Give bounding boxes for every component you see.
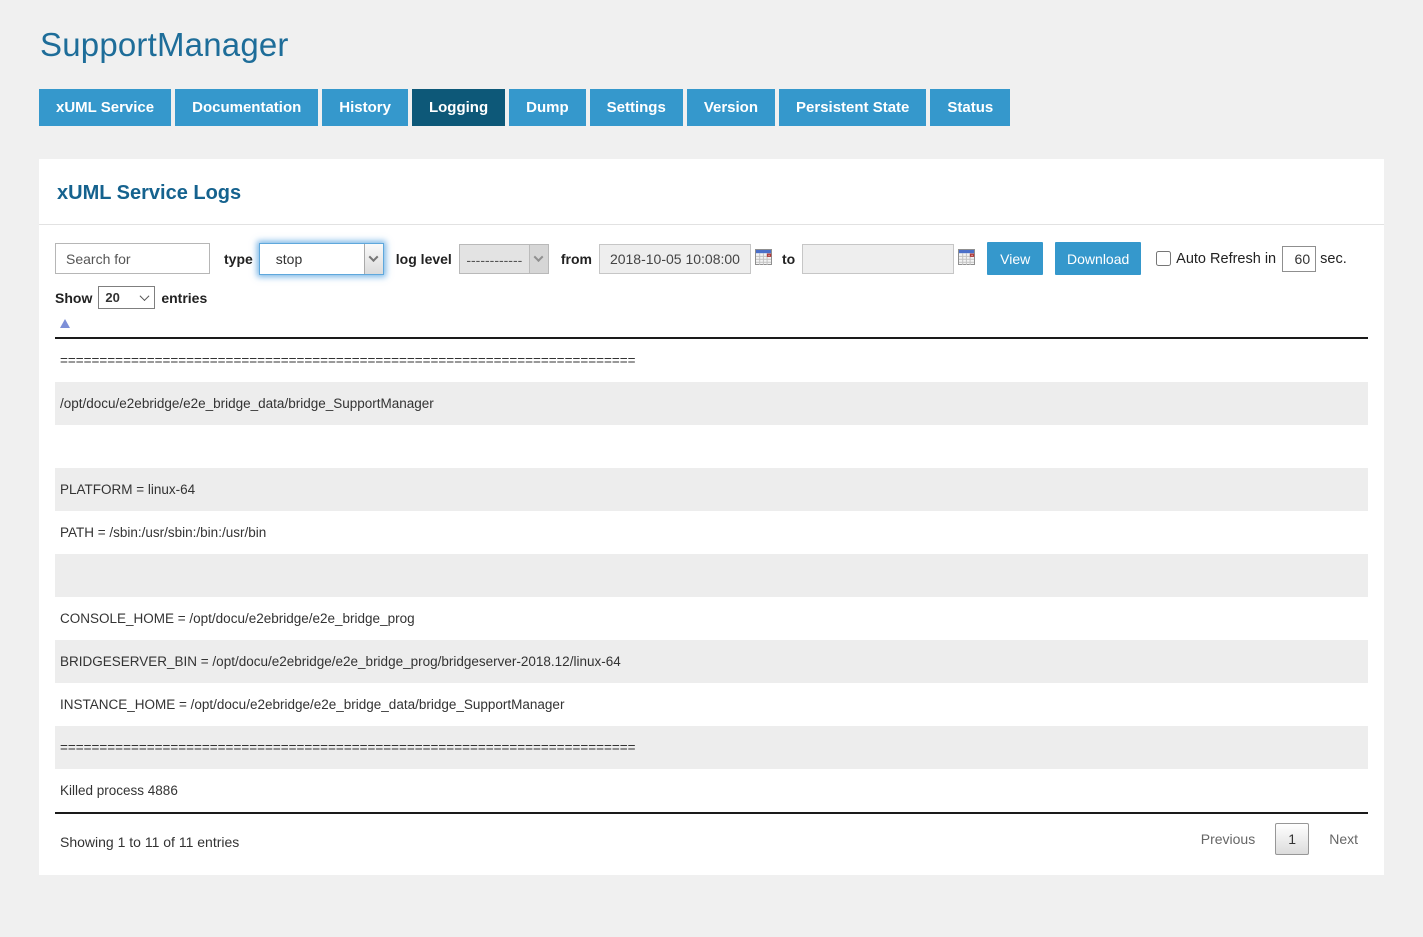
to-label: to <box>782 251 795 267</box>
from-label: from <box>561 251 592 267</box>
download-button[interactable]: Download <box>1055 242 1141 275</box>
calendar-icon <box>755 249 772 268</box>
log-level-select[interactable]: ------------ <box>459 244 549 274</box>
table-row: ========================================… <box>55 339 1368 382</box>
entries-label: entries <box>161 290 207 306</box>
type-select[interactable]: stop <box>259 243 384 275</box>
pagination: Previous 1 Next <box>1191 823 1368 855</box>
sort-header[interactable] <box>55 309 1368 339</box>
page-title: SupportManager <box>40 26 1423 64</box>
chevron-down-icon <box>529 245 548 273</box>
current-page-button[interactable]: 1 <box>1275 823 1309 855</box>
table-row: ========================================… <box>55 726 1368 769</box>
sort-ascending-icon <box>60 319 70 328</box>
tab-dump[interactable]: Dump <box>509 89 586 126</box>
auto-refresh-unit: sec. <box>1320 251 1347 267</box>
entries-select-value: 20 <box>99 287 135 308</box>
log-rows: ========================================… <box>55 339 1368 812</box>
from-date-input[interactable] <box>599 244 751 274</box>
tab-version[interactable]: Version <box>687 89 775 126</box>
tab-settings[interactable]: Settings <box>590 89 683 126</box>
table-row: CONSOLE_HOME = /opt/docu/e2ebridge/e2e_b… <box>55 597 1368 640</box>
type-label: type <box>224 251 253 267</box>
view-button[interactable]: View <box>987 242 1043 275</box>
to-date-input[interactable] <box>802 244 954 274</box>
type-select-value: stop <box>260 244 364 274</box>
log-table: ========================================… <box>55 309 1368 812</box>
auto-refresh-seconds-input[interactable] <box>1282 246 1316 272</box>
tab-history[interactable]: History <box>322 89 408 126</box>
log-level-select-value: ------------ <box>460 245 529 273</box>
log-level-label: log level <box>396 251 452 267</box>
panel-header: xUML Service Logs <box>39 159 1384 225</box>
tab-bar: xUML ServiceDocumentationHistoryLoggingD… <box>39 89 1423 126</box>
chevron-down-icon <box>364 244 383 274</box>
tab-documentation[interactable]: Documentation <box>175 89 318 126</box>
to-calendar-button[interactable] <box>958 249 975 268</box>
table-footer: Showing 1 to 11 of 11 entries Previous 1… <box>55 812 1368 875</box>
table-row: BRIDGESERVER_BIN = /opt/docu/e2ebridge/e… <box>55 640 1368 683</box>
chevron-down-icon <box>135 287 154 308</box>
tab-xuml-service[interactable]: xUML Service <box>39 89 171 126</box>
calendar-icon <box>958 249 975 268</box>
logs-panel: xUML Service Logs type stop log level --… <box>39 159 1384 875</box>
next-page-button[interactable]: Next <box>1319 823 1368 855</box>
show-label: Show <box>55 290 92 306</box>
search-input[interactable] <box>55 243 210 274</box>
table-row: Killed process 4886 <box>55 769 1368 812</box>
auto-refresh-group: Auto Refresh in sec. <box>1156 246 1353 272</box>
tab-status[interactable]: Status <box>930 89 1010 126</box>
table-info: Showing 1 to 11 of 11 entries <box>60 829 239 850</box>
length-menu: Show 20 entries <box>39 275 1384 309</box>
panel-heading: xUML Service Logs <box>57 182 1368 205</box>
table-row <box>55 425 1368 468</box>
table-row <box>55 554 1368 597</box>
from-calendar-button[interactable] <box>755 249 772 268</box>
filter-toolbar: type stop log level ------------ from to <box>39 225 1384 275</box>
auto-refresh-label: Auto Refresh in <box>1176 251 1276 267</box>
table-row: PLATFORM = linux-64 <box>55 468 1368 511</box>
entries-select[interactable]: 20 <box>98 286 155 309</box>
table-row: PATH = /sbin:/usr/sbin:/bin:/usr/bin <box>55 511 1368 554</box>
tab-persistent-state[interactable]: Persistent State <box>779 89 926 126</box>
previous-page-button[interactable]: Previous <box>1191 823 1265 855</box>
table-row: INSTANCE_HOME = /opt/docu/e2ebridge/e2e_… <box>55 683 1368 726</box>
table-row: /opt/docu/e2ebridge/e2e_bridge_data/brid… <box>55 382 1368 425</box>
auto-refresh-checkbox[interactable] <box>1156 251 1171 266</box>
tab-logging[interactable]: Logging <box>412 89 505 126</box>
